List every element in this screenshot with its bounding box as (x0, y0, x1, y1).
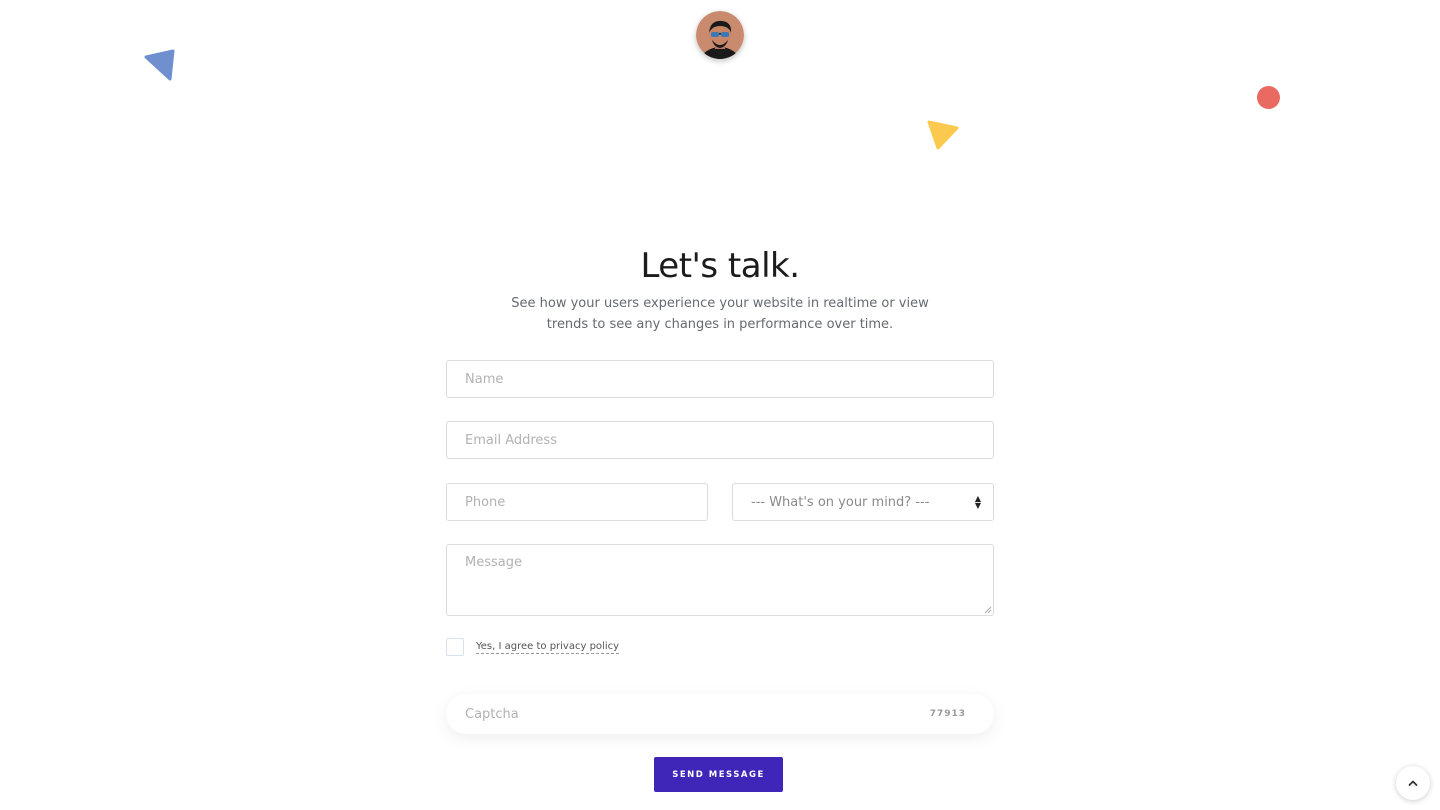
captcha-code: 77913 (929, 709, 966, 719)
message-textarea[interactable] (446, 544, 994, 616)
topic-select-value: --- What's on your mind? --- (751, 494, 930, 510)
resize-grip-icon[interactable] (984, 606, 992, 614)
select-arrows-icon: ▲ ▼ (974, 494, 981, 510)
user-avatar-icon (696, 11, 744, 59)
privacy-policy-label[interactable]: Yes, I agree to privacy policy (476, 641, 620, 654)
email-input[interactable] (446, 421, 994, 459)
privacy-checkbox[interactable] (446, 638, 464, 656)
chevron-up-icon (1408, 780, 1418, 786)
scroll-top-button[interactable] (1396, 766, 1430, 800)
phone-input[interactable] (446, 483, 708, 521)
topic-select[interactable]: --- What's on your mind? --- ▲ ▼ (732, 483, 994, 521)
captcha-input[interactable] (465, 706, 930, 722)
avatar[interactable] (696, 11, 744, 59)
red-dot-decoration (1257, 86, 1280, 109)
send-message-button[interactable]: SEND MESSAGE (654, 757, 783, 792)
yellow-triangle-decoration (927, 120, 959, 150)
name-input[interactable] (446, 360, 994, 398)
page-title: Let's talk. (640, 246, 800, 286)
captcha-field: 77913 (446, 694, 994, 734)
page-subtitle: See how your users experience your websi… (511, 296, 929, 332)
blue-triangle-decoration (144, 49, 175, 81)
contact-page: Let's talk. See how your users experienc… (0, 0, 1440, 810)
